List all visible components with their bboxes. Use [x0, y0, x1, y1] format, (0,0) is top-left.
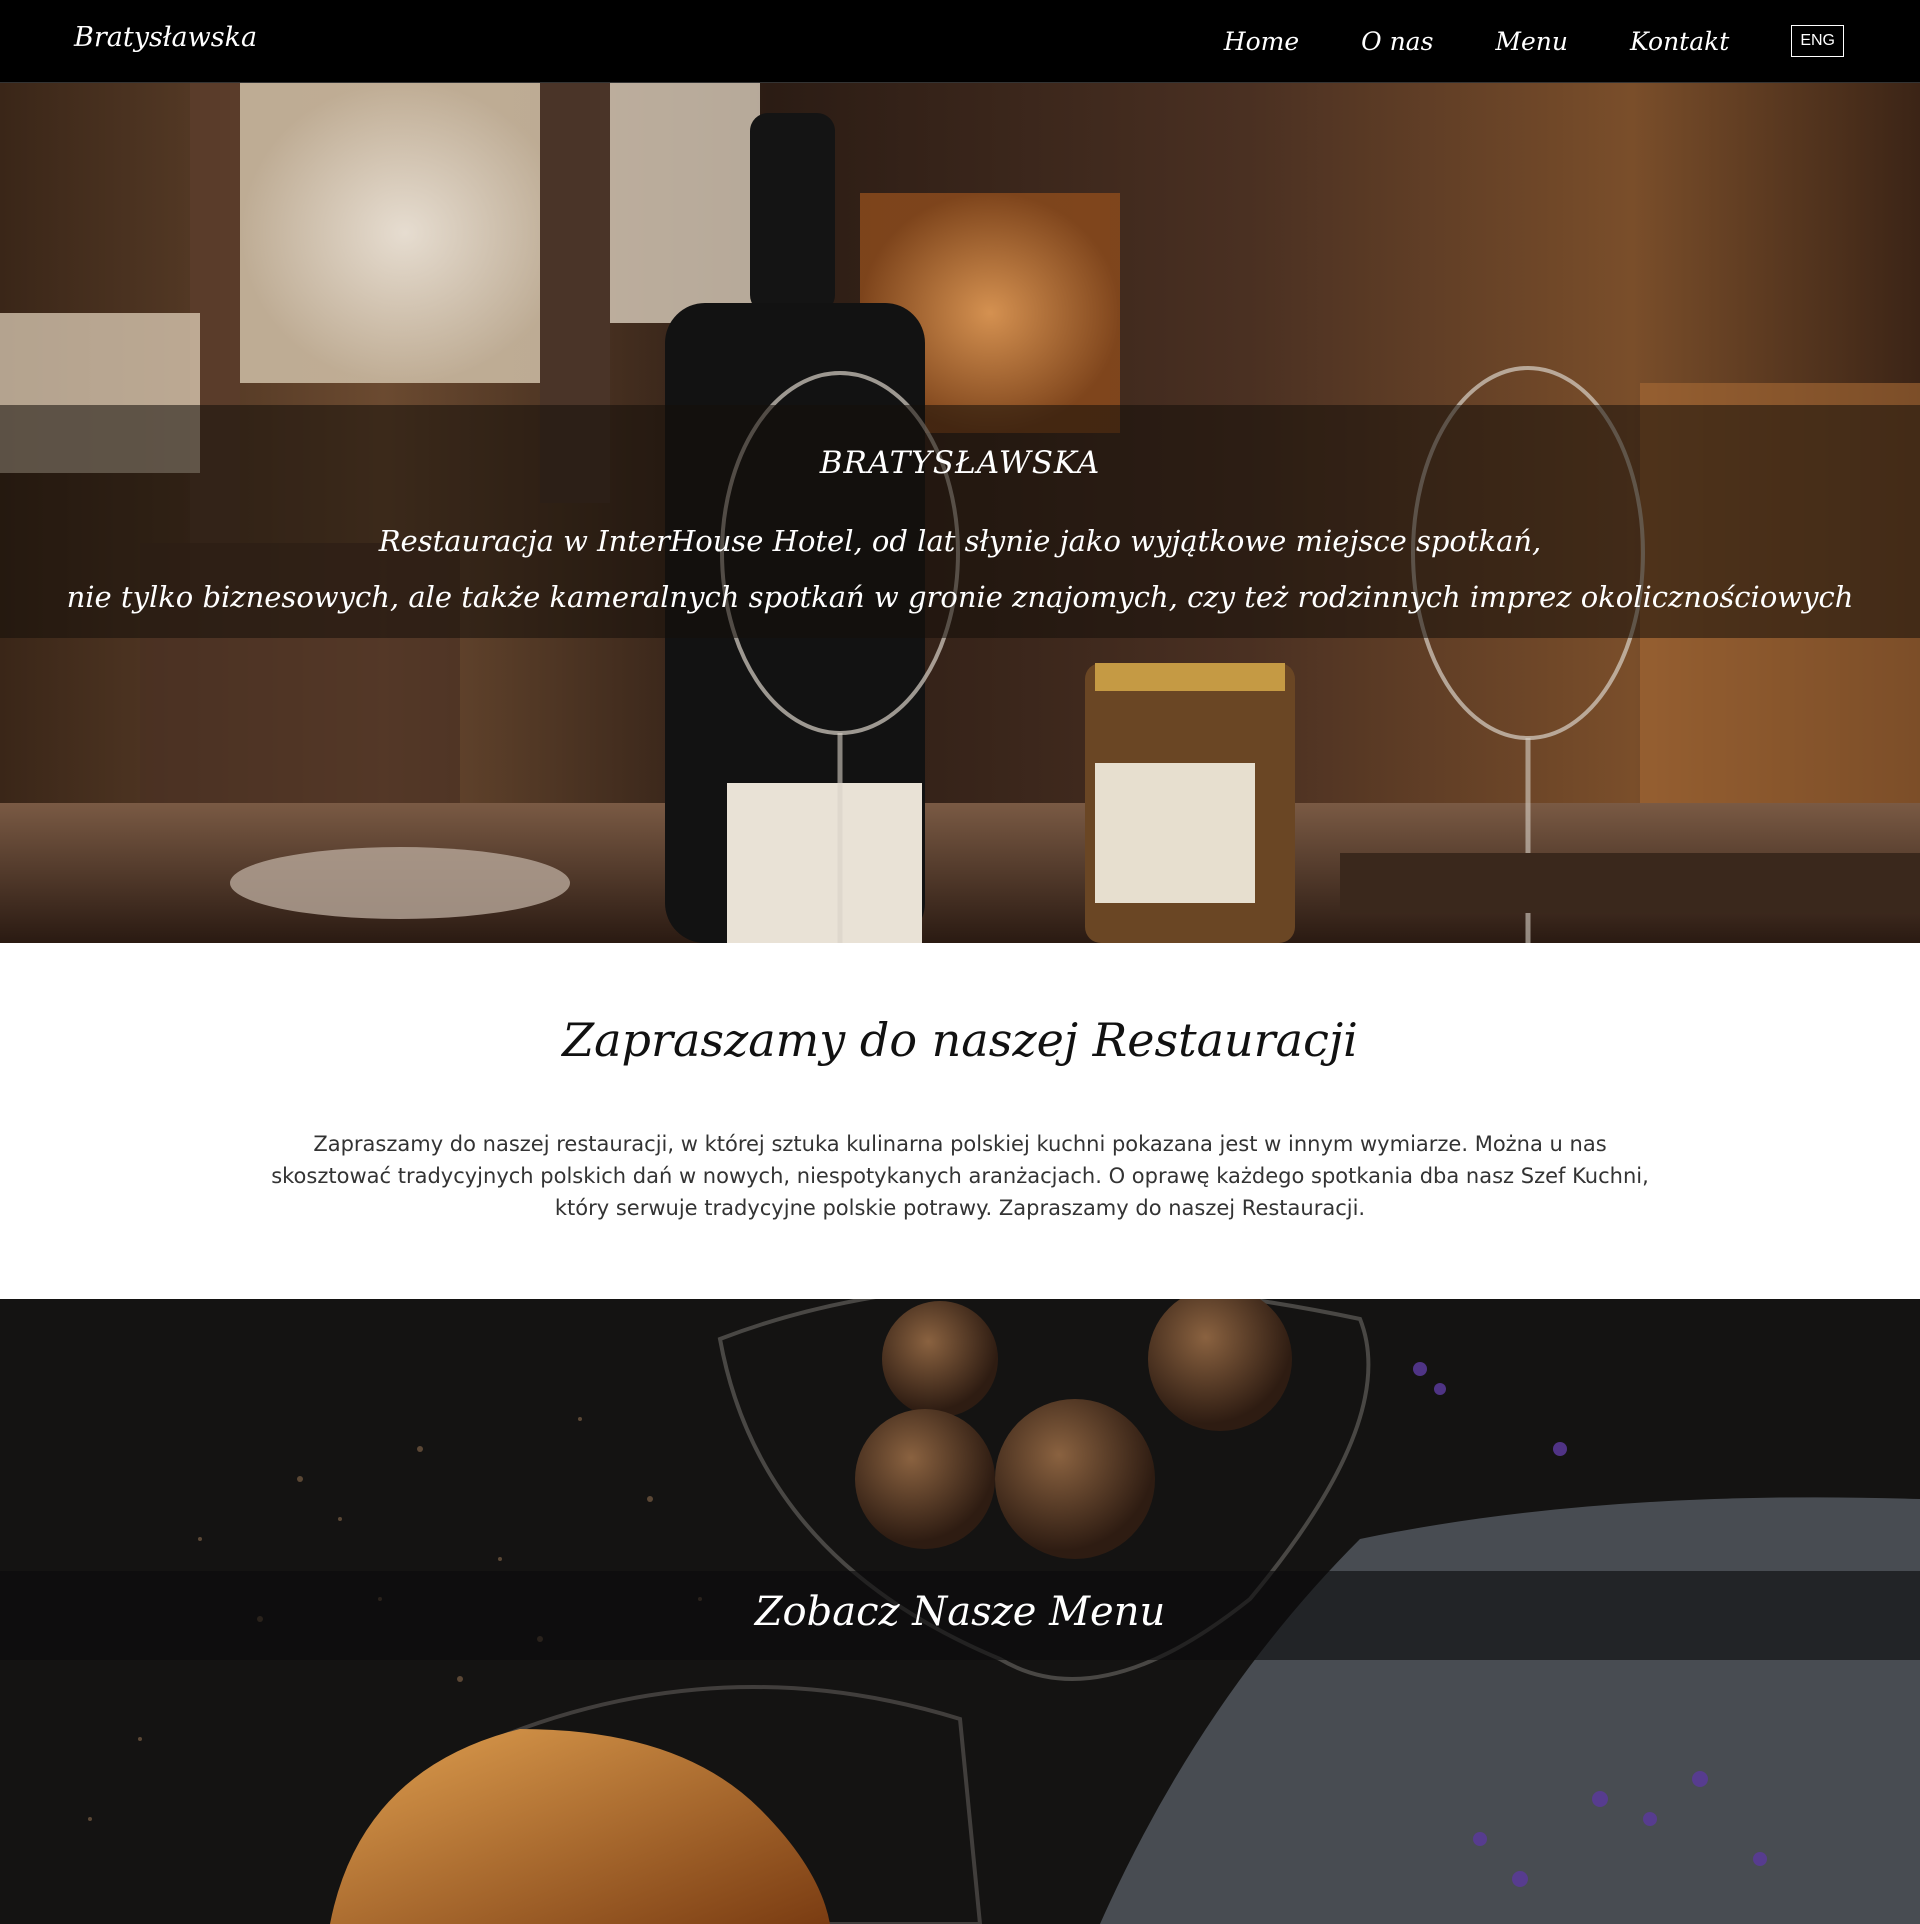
nav-item-o-nas[interactable]: O nas [1361, 27, 1433, 56]
nav-item-kontakt[interactable]: Kontakt [1630, 27, 1729, 56]
hero-section: BRATYSŁAWSKA Restauracja w InterHouse Ho… [0, 83, 1920, 943]
menu-banner-section: Zobacz Nasze Menu [0, 1299, 1920, 1924]
welcome-title: Zapraszamy do naszej Restauracji [562, 1013, 1358, 1067]
welcome-section: Zapraszamy do naszej Restauracji Zaprasz… [0, 943, 1920, 1299]
nav-item-home[interactable]: Home [1224, 27, 1299, 56]
hero-line-1: Restauracja w InterHouse Hotel, od lat s… [378, 524, 1542, 558]
hero-line-2: nie tylko biznesowych, ale także kameral… [66, 580, 1854, 614]
nav-links: Home O nas Menu Kontakt ENG [1224, 0, 1920, 82]
brand-link[interactable]: Bratysławska [74, 22, 257, 53]
nav-item-menu[interactable]: Menu [1495, 27, 1568, 56]
hero-title: BRATYSŁAWSKA [819, 445, 1101, 481]
menu-link-title[interactable]: Zobacz Nasze Menu [0, 1589, 1920, 1635]
language-button[interactable]: ENG [1791, 25, 1844, 57]
hero-description: Restauracja w InterHouse Hotel, od lat s… [0, 513, 1920, 625]
welcome-paragraph: Zapraszamy do naszej restauracji, w któr… [271, 1132, 1649, 1220]
navbar: Bratysławska Home O nas Menu Kontakt ENG [0, 0, 1920, 83]
